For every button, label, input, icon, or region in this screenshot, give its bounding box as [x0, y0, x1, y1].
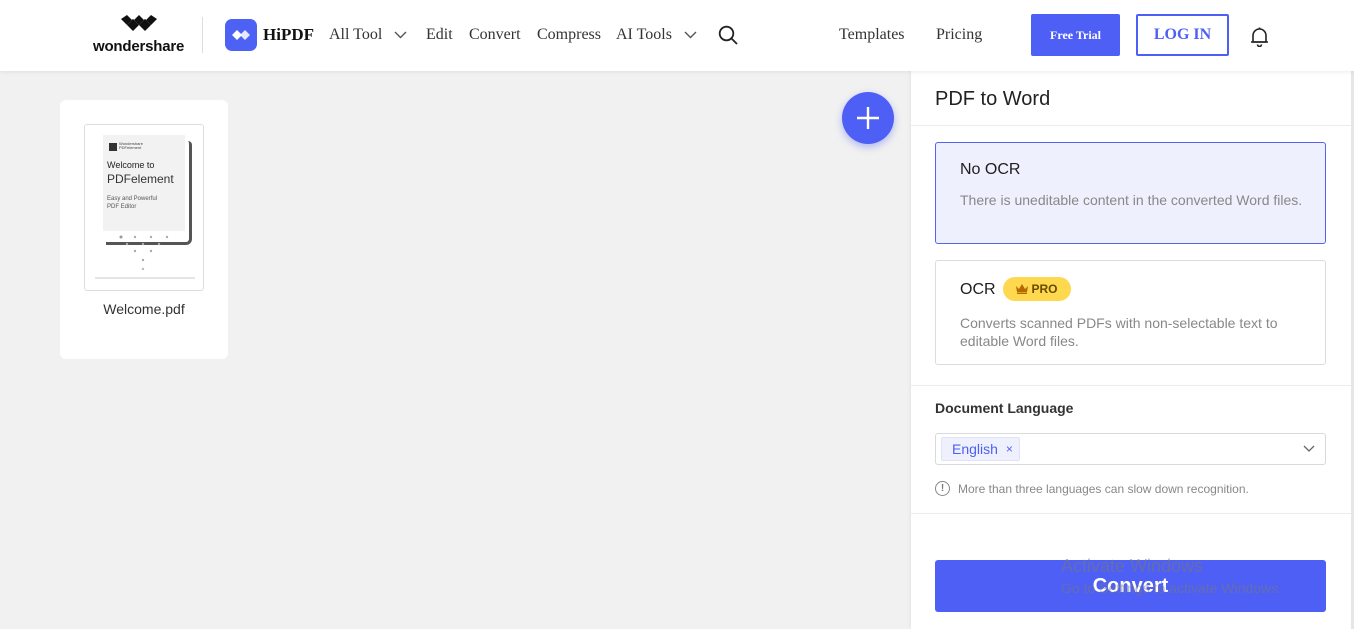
divider	[911, 125, 1351, 126]
login-button[interactable]: LOG IN	[1136, 14, 1229, 56]
bell-icon[interactable]	[1250, 27, 1269, 47]
file-card[interactable]: Wondershare PDFelement Welcome to PDFele…	[60, 100, 228, 359]
thumbnail-title: PDFelement	[107, 172, 174, 186]
document-language-label: Document Language	[935, 400, 1074, 416]
document-language-select[interactable]: English ×	[935, 433, 1326, 465]
pro-badge-label: PRO	[1031, 282, 1058, 296]
option-ocr-description: Converts scanned PDFs with non-selectabl…	[960, 315, 1278, 349]
header-divider	[202, 17, 203, 53]
chevron-down-icon[interactable]	[1303, 445, 1315, 453]
language-tag-label: English	[952, 441, 998, 457]
file-name: Welcome.pdf	[103, 301, 185, 317]
wondershare-mark-icon	[121, 15, 157, 31]
thumbnail-frame	[106, 141, 192, 245]
info-icon: !	[935, 481, 950, 496]
nav-all-tool-label: All Tool	[329, 26, 383, 43]
chevron-down-icon	[394, 31, 407, 39]
close-icon[interactable]: ×	[1006, 442, 1013, 456]
thumbnail-subtitle-1: Easy and Powerful	[107, 196, 158, 202]
add-file-button[interactable]	[842, 92, 894, 144]
divider	[911, 385, 1351, 386]
option-ocr[interactable]: OCR PRO Converts scanned PDFs with non-s…	[935, 260, 1326, 365]
divider	[911, 513, 1351, 514]
wondershare-wordmark: wondershare	[93, 38, 185, 55]
nav-ai-tools-label: AI Tools	[616, 26, 672, 43]
panel-title: PDF to Word	[935, 88, 1051, 110]
conversion-settings-panel: PDF to Word No OCR There is uneditable c…	[911, 71, 1351, 629]
top-nav-bar: wondershare HiPDF All Tool Edit Convert …	[0, 0, 1354, 71]
plus-icon	[857, 107, 879, 129]
convert-button[interactable]: Convert	[935, 560, 1326, 612]
nav-convert[interactable]: Convert	[469, 26, 521, 44]
language-hint-text: More than three languages can slow down …	[958, 481, 1249, 496]
nav-templates[interactable]: Templates	[839, 26, 905, 44]
pro-badge: PRO	[1003, 277, 1071, 301]
language-tag-english: English ×	[941, 437, 1020, 461]
hipdf-brand-name[interactable]: HiPDF	[263, 25, 314, 45]
search-icon[interactable]	[718, 25, 738, 45]
option-no-ocr-title: No OCR	[960, 161, 1021, 178]
thumbnail-subtitle-2: PDF Editor	[107, 204, 137, 210]
option-no-ocr[interactable]: No OCR There is uneditable content in th…	[935, 142, 1326, 244]
hipdf-logo-icon[interactable]	[225, 19, 257, 51]
thumbnail-footer-line	[95, 277, 195, 279]
nav-ai-tools[interactable]: AI Tools	[616, 26, 697, 44]
free-trial-button[interactable]: Free Trial	[1031, 14, 1120, 56]
wondershare-logo[interactable]: wondershare	[93, 15, 185, 57]
crown-icon	[1016, 284, 1029, 294]
thumbnail-diagram-icon	[119, 235, 169, 271]
pdfelement-mini-logo-icon	[109, 143, 117, 151]
nav-compress[interactable]: Compress	[537, 26, 601, 44]
thumbnail-welcome-text: Welcome to	[107, 160, 155, 170]
nav-pricing[interactable]: Pricing	[936, 26, 982, 44]
option-no-ocr-description: There is uneditable content in the conve…	[960, 192, 1303, 208]
language-hint: ! More than three languages can slow dow…	[935, 481, 1249, 496]
chevron-down-icon	[684, 31, 697, 39]
nav-all-tool[interactable]: All Tool	[329, 26, 407, 44]
nav-edit[interactable]: Edit	[426, 26, 453, 44]
option-ocr-title: OCR	[960, 281, 996, 298]
thumbnail-brand: Wondershare PDFelement	[119, 141, 143, 150]
pdf-thumbnail[interactable]: Wondershare PDFelement Welcome to PDFele…	[84, 124, 204, 291]
